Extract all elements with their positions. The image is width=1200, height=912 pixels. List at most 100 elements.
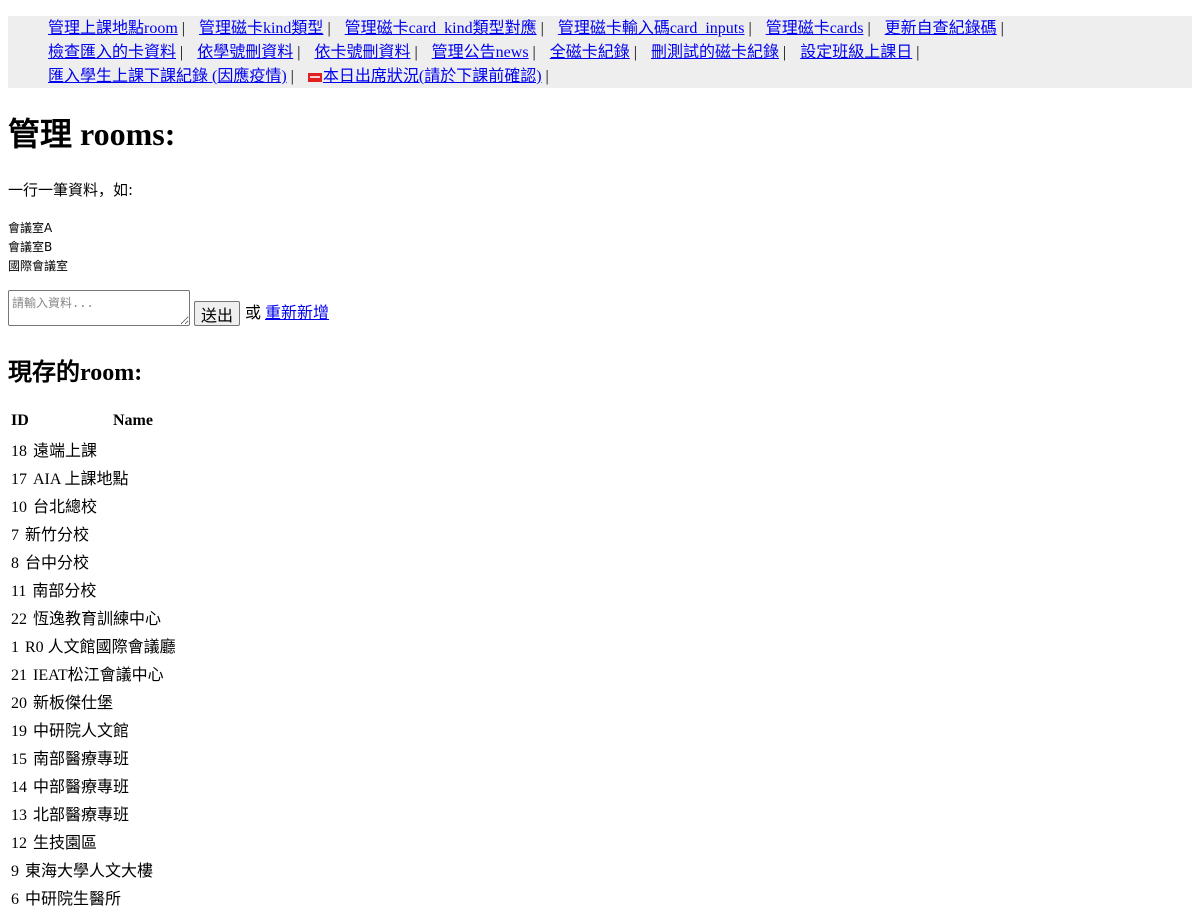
room-id: 17: [11, 471, 27, 488]
nav-link-delete-by-student[interactable]: 依學號刪資料: [197, 44, 293, 61]
nav-separator: |: [540, 20, 544, 37]
row-cell: 7 新竹分校: [10, 520, 177, 546]
table-row: 18 遠端上課: [10, 436, 177, 462]
table-row: 11 南部分校: [10, 576, 177, 602]
row-cell: 21 IEAT松江會議中心: [10, 660, 177, 686]
room-name: 新竹分校: [25, 527, 90, 544]
submit-button[interactable]: 送出: [194, 301, 241, 326]
nav-link-card-kind[interactable]: 管理磁卡card_kind類型對應: [345, 20, 537, 37]
nav-separator: |: [782, 44, 787, 61]
table-row: 12 生技園區: [10, 828, 177, 854]
row-cell: 18 遠端上課: [10, 436, 177, 462]
room-id: 15: [11, 751, 27, 768]
hot-icon: [307, 73, 322, 82]
row-cell: 17 AIA 上課地點: [10, 464, 177, 490]
room-name: 南部醫療專班: [33, 751, 130, 768]
room-id: 18: [11, 443, 27, 460]
table-row: 14 中部醫療專班: [10, 772, 177, 798]
room-id: 12: [11, 835, 27, 852]
nav-link-check-imported[interactable]: 檢查匯入的卡資料: [48, 44, 176, 61]
nav-separator: |: [532, 44, 536, 61]
example-line: 會議室B: [8, 240, 53, 254]
nav-separator: |: [867, 20, 871, 37]
nav-link-import-attendance[interactable]: 匯入學生上課下課紀錄 (因應疫情): [48, 68, 287, 85]
top-nav-bar: 管理上課地點room | 管理磁卡kind類型 | 管理磁卡card_kind類型對應 |…: [8, 16, 1192, 88]
table-row: 19 中研院人文館: [10, 716, 177, 742]
room-id: 20: [11, 695, 27, 712]
nav-separator: |: [290, 68, 294, 85]
room-id: 14: [11, 779, 27, 796]
nav-separator: |: [748, 20, 752, 37]
column-header-name: Name: [113, 412, 153, 429]
table-row: 6 中研院生醫所: [10, 884, 177, 910]
room-id: 10: [11, 499, 27, 516]
nav-separator: |: [181, 20, 185, 37]
table-row: 17 AIA 上課地點: [10, 464, 177, 490]
nav-link-news[interactable]: 管理公告news: [432, 44, 529, 61]
nav-separator: |: [414, 44, 418, 61]
nav-link-kind[interactable]: 管理磁卡kind類型: [199, 20, 323, 37]
room-name: 南部分校: [32, 583, 97, 600]
row-cell: 8 台中分校: [10, 548, 177, 574]
room-id: 7: [11, 527, 19, 544]
nav-separator: |: [327, 20, 331, 37]
room-name: 生技園區: [33, 835, 98, 852]
room-id: 22: [11, 611, 27, 628]
room-name: 台北總校: [33, 499, 98, 516]
or-label: 或重新新增: [245, 302, 329, 326]
example-line: 會議室A: [8, 221, 53, 235]
room-name: 中研院人文館: [33, 723, 130, 740]
row-cell: 19 中研院人文館: [10, 716, 177, 742]
room-name: AIA 上課地點: [33, 471, 129, 488]
table-row: 13 北部醫療專班: [10, 800, 177, 826]
nav-separator: |: [297, 44, 301, 61]
room-name: 東海大學人文大樓: [25, 863, 154, 880]
nav-link-delete-by-card[interactable]: 依卡號刪資料: [314, 44, 410, 61]
reset-add-link[interactable]: 重新新增: [265, 305, 329, 322]
nav-link-today-attendance-label: 本日出席狀況(請於下課前確認): [322, 68, 542, 85]
room-id: 13: [11, 807, 27, 824]
page-title: 管理 rooms:: [8, 116, 176, 152]
nav-link-today-attendance[interactable]: 本日出席狀況(請於下課前確認): [307, 68, 542, 85]
room-name: IEAT松江會議中心: [33, 667, 164, 684]
nav-separator: |: [633, 44, 637, 61]
or-text: 或: [245, 305, 262, 322]
example-line: 國際會議室: [8, 259, 69, 273]
room-input-form: 送出 或重新新增: [8, 290, 329, 326]
nav-separator: |: [1000, 20, 1004, 37]
nav-separator: |: [545, 68, 549, 85]
nav-link-delete-test-records[interactable]: 刪測試的磁卡紀錄: [651, 44, 779, 61]
row-cell: 6 中研院生醫所: [10, 884, 177, 910]
nav-link-all-records[interactable]: 全磁卡紀錄: [550, 44, 630, 61]
row-cell: 13 北部醫療專班: [10, 800, 177, 826]
table-row: 1 R0 人文館國際會議廳: [10, 632, 177, 658]
room-name: 北部醫療專班: [33, 807, 130, 824]
table-row: 9 東海大學人文大樓: [10, 856, 177, 882]
table-row: 8 台中分校: [10, 548, 177, 574]
table-row: 21 IEAT松江會議中心: [10, 660, 177, 686]
description-text: 一行一筆資料，如:: [8, 181, 134, 199]
room-data-textarea[interactable]: [8, 290, 190, 326]
row-cell: 14 中部醫療專班: [10, 772, 177, 798]
row-cell: 12 生技園區: [10, 828, 177, 854]
nav-link-class-days[interactable]: 設定班級上課日: [800, 44, 912, 61]
room-id: 8: [11, 555, 19, 572]
list-title: 現存的room:: [8, 360, 143, 386]
row-cell: 9 東海大學人文大樓: [10, 856, 177, 882]
nav-link-rooms[interactable]: 管理上課地點room: [48, 20, 178, 37]
nav-separator: |: [916, 44, 920, 61]
room-name: 台中分校: [25, 555, 90, 572]
room-id: 9: [11, 863, 19, 880]
row-cell: 22 恆逸教育訓練中心: [10, 604, 177, 630]
room-id: 1: [11, 639, 19, 656]
room-name: R0 人文館國際會議廳: [25, 639, 176, 656]
nav-link-update-check-code[interactable]: 更新自查紀錄碼: [885, 20, 997, 37]
nav-link-cards[interactable]: 管理磁卡cards: [766, 20, 864, 37]
room-name: 中部醫療專班: [33, 779, 130, 796]
table-header-row: ID Name: [10, 408, 177, 434]
table-row: 22 恆逸教育訓練中心: [10, 604, 177, 630]
table-row: 10 台北總校: [10, 492, 177, 518]
nav-link-card-inputs[interactable]: 管理磁卡輸入碼card_inputs: [558, 20, 745, 37]
room-id: 21: [11, 667, 27, 684]
room-name: 遠端上課: [33, 443, 98, 460]
